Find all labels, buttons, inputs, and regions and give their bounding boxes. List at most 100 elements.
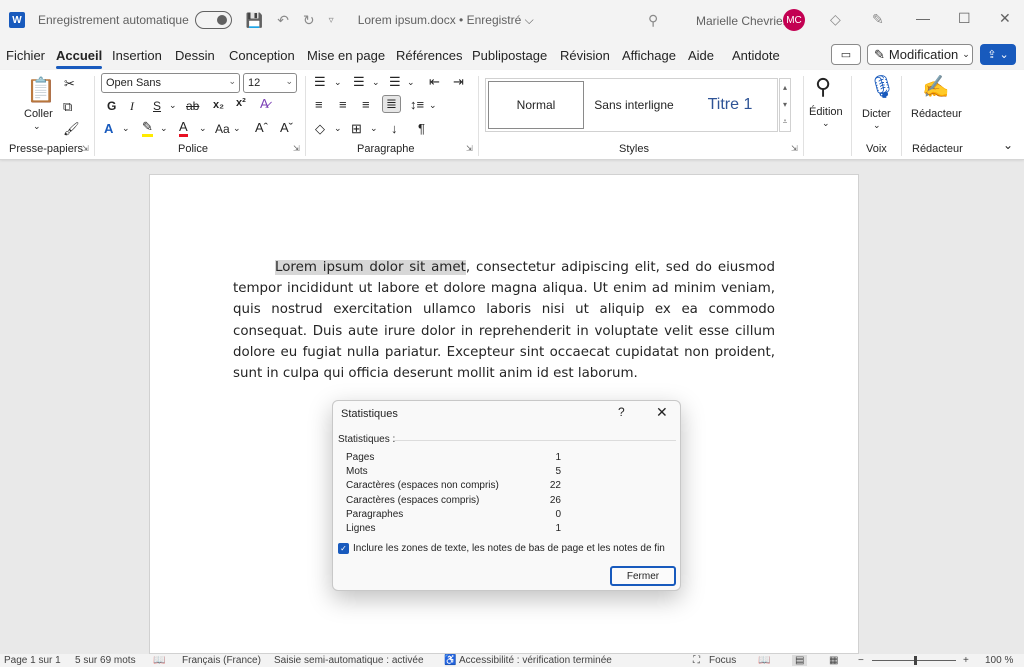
minimize-icon[interactable]: — <box>916 10 930 26</box>
dictate-chevron-icon[interactable]: ⌄ <box>873 120 881 131</box>
zoom-out-icon[interactable]: − <box>858 655 864 666</box>
numbering-icon[interactable]: ☰ <box>353 74 365 90</box>
format-painter-icon[interactable]: 🖌 <box>63 121 80 137</box>
style-normal[interactable]: Normal <box>488 81 584 129</box>
accessibility-icon[interactable]: ♿ <box>444 655 456 666</box>
styles-scroll[interactable]: ▴ ▾ ⩡ <box>779 78 791 132</box>
underline-button[interactable]: S <box>153 99 161 113</box>
align-center-icon[interactable]: ≡ <box>339 97 347 112</box>
subscript-button[interactable]: x₂ <box>213 99 224 111</box>
shrink-font-icon[interactable]: Aˇ <box>280 120 293 135</box>
premium-diamond-icon[interactable]: ◇ <box>830 11 841 28</box>
autosave-toggle[interactable] <box>194 11 232 29</box>
paste-icon[interactable]: 📋 <box>26 76 56 105</box>
tab-references[interactable]: Références <box>396 48 462 63</box>
style-titre-1[interactable]: Titre 1 <box>684 81 776 129</box>
numbering-chevron-icon[interactable]: ⌄ <box>372 77 380 88</box>
more-styles-icon[interactable]: ⩡ <box>780 113 790 130</box>
align-left-icon[interactable]: ≡ <box>315 97 323 112</box>
tab-publipostage[interactable]: Publipostage <box>472 48 547 63</box>
close-button[interactable]: Fermer <box>610 566 676 586</box>
maximize-icon[interactable]: ☐ <box>958 10 971 27</box>
highlight-icon[interactable]: ✎ <box>142 120 153 137</box>
microphone-icon[interactable]: 🎙 <box>868 74 896 100</box>
close-icon[interactable]: ✕ <box>656 404 668 421</box>
paragraph-text[interactable]: , consectetur adipiscing elit, sed do ei… <box>233 260 775 381</box>
copy-icon[interactable]: ⧉ <box>63 99 72 115</box>
print-layout-icon[interactable]: ▤ <box>792 655 808 666</box>
font-name-select[interactable]: Open Sans ⌄ <box>101 73 240 93</box>
page-count[interactable]: Page 1 sur 1 <box>4 655 61 666</box>
edition-label[interactable]: Édition <box>809 106 843 118</box>
bold-button[interactable]: G <box>107 99 116 113</box>
clear-formatting-icon[interactable]: A̷ <box>260 96 269 111</box>
accessibility-status[interactable]: Accessibilité : vérification terminée <box>459 655 612 666</box>
user-name[interactable]: Marielle Chevrier <box>696 14 787 28</box>
read-mode-icon[interactable]: 📖 <box>758 655 770 666</box>
avatar[interactable]: MC <box>783 9 805 31</box>
shading-icon[interactable]: ◇ <box>315 121 325 137</box>
tab-mise-en-page[interactable]: Mise en page <box>307 48 385 63</box>
cut-icon[interactable]: ✂ <box>64 76 75 92</box>
redacteur-icon[interactable]: ✍ <box>922 74 949 100</box>
style-sans-interligne[interactable]: Sans interligne <box>586 81 682 129</box>
selected-text[interactable]: Lorem ipsum dolor sit amet <box>275 260 466 275</box>
redacteur-label[interactable]: Rédacteur <box>911 108 962 120</box>
redo-icon[interactable]: ↻ <box>303 12 315 29</box>
tab-fichier[interactable]: Fichier <box>6 48 45 63</box>
change-case-button[interactable]: Aa <box>215 122 230 136</box>
show-marks-icon[interactable]: ¶ <box>418 121 425 136</box>
line-spacing-chevron-icon[interactable]: ⌄ <box>429 100 437 111</box>
increase-indent-icon[interactable]: ⇥ <box>453 74 464 90</box>
proofing-icon[interactable]: 📖 <box>153 655 165 666</box>
font-size-select[interactable]: 12 ⌄ <box>243 73 297 93</box>
comments-button[interactable]: ▭ <box>831 44 861 65</box>
scroll-down-icon[interactable]: ▾ <box>780 96 790 113</box>
include-textboxes-label[interactable]: Inclure les zones de texte, les notes de… <box>353 543 675 554</box>
document-paragraph[interactable]: Lorem ipsum dolor sit amet, consectetur … <box>233 257 775 384</box>
styles-launcher-icon[interactable]: ⇲ <box>791 144 798 153</box>
align-right-icon[interactable]: ≡ <box>362 97 370 112</box>
web-layout-icon[interactable]: ▦ <box>829 655 838 666</box>
help-icon[interactable]: ? <box>618 405 625 419</box>
text-effects-icon[interactable]: A <box>104 121 113 136</box>
grow-font-icon[interactable]: Aˆ <box>255 120 268 135</box>
tab-insertion[interactable]: Insertion <box>112 48 162 63</box>
multilevel-chevron-icon[interactable]: ⌄ <box>407 77 415 88</box>
font-launcher-icon[interactable]: ⇲ <box>293 144 300 153</box>
highlight-chevron-icon[interactable]: ⌄ <box>160 123 168 134</box>
editing-mode-button[interactable]: ✎ Modification ⌄ <box>867 44 973 65</box>
multilevel-list-icon[interactable]: ☰ <box>389 74 401 90</box>
document-title[interactable]: Lorem ipsum.docx • Enregistré ⌵ <box>358 13 534 28</box>
line-spacing-icon[interactable]: ↕≡ <box>410 97 424 112</box>
include-textboxes-checkbox[interactable]: ✓ <box>338 543 349 554</box>
customize-qat-icon[interactable]: ▿ <box>329 15 334 26</box>
search-icon[interactable]: ⚲ <box>648 12 658 29</box>
clipboard-launcher-icon[interactable]: ⇲ <box>82 144 89 153</box>
font-color-chevron-icon[interactable]: ⌄ <box>199 123 207 134</box>
find-icon[interactable]: ⚲ <box>815 74 831 100</box>
tab-accueil[interactable]: Accueil <box>56 48 103 69</box>
tab-antidote[interactable]: Antidote <box>732 48 780 63</box>
tab-dessin[interactable]: Dessin <box>175 48 215 63</box>
language[interactable]: Français (France) <box>182 655 261 666</box>
justify-icon[interactable]: ≣ <box>382 95 401 113</box>
tab-revision[interactable]: Révision <box>560 48 610 63</box>
strikethrough-button[interactable]: ab <box>186 99 199 113</box>
dictate-label[interactable]: Dicter <box>862 108 891 120</box>
shading-chevron-icon[interactable]: ⌄ <box>334 123 342 134</box>
text-effects-chevron-icon[interactable]: ⌄ <box>122 123 130 134</box>
bullets-chevron-icon[interactable]: ⌄ <box>334 77 342 88</box>
sort-icon[interactable]: ↓ <box>391 121 398 136</box>
zoom-in-icon[interactable]: + <box>963 655 969 666</box>
zoom-slider-thumb[interactable] <box>914 656 917 665</box>
close-icon[interactable]: ✕ <box>999 10 1011 27</box>
focus-label[interactable]: Focus <box>709 655 736 666</box>
autocomplete-status[interactable]: Saisie semi-automatique : activée <box>274 655 424 666</box>
edition-chevron-icon[interactable]: ⌄ <box>822 118 830 129</box>
pen-icon[interactable]: ✎ <box>872 11 884 28</box>
scroll-up-icon[interactable]: ▴ <box>780 79 790 96</box>
borders-chevron-icon[interactable]: ⌄ <box>370 123 378 134</box>
change-case-chevron-icon[interactable]: ⌄ <box>233 123 241 134</box>
save-icon[interactable]: 💾 <box>246 12 263 29</box>
